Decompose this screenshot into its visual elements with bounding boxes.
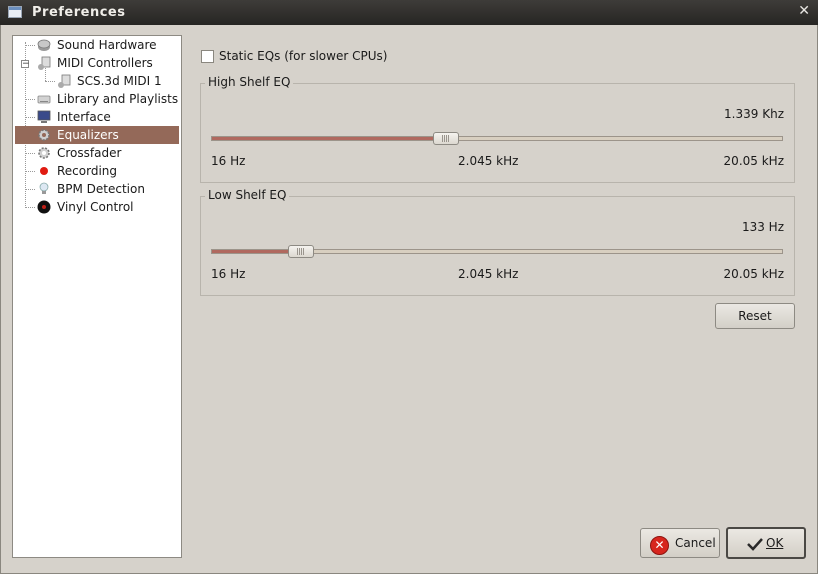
- high-shelf-mid-label: 2.045 kHz: [458, 154, 519, 168]
- gear-icon: [37, 146, 51, 160]
- high-shelf-slider-handle[interactable]: [432, 132, 459, 145]
- low-shelf-min-label: 16 Hz: [211, 267, 246, 281]
- collapse-expander-icon[interactable]: −: [21, 60, 30, 69]
- record-icon: [37, 164, 51, 178]
- sidebar-item-label: Equalizers: [57, 128, 119, 142]
- sidebar-item-midi-controllers[interactable]: MIDI Controllers: [37, 54, 179, 72]
- midi-device-icon: [57, 74, 71, 88]
- high-shelf-eq-group: High Shelf EQ 1.339 Khz 16 Hz 2.045 kHz …: [200, 75, 795, 183]
- monitor-icon: [37, 110, 51, 124]
- high-shelf-slider-fill: [212, 137, 446, 140]
- low-shelf-slider-handle[interactable]: [288, 245, 315, 258]
- sidebar-item-vinyl-control[interactable]: Vinyl Control: [37, 198, 179, 216]
- cancel-button[interactable]: ✕ Cancel: [640, 528, 720, 558]
- low-shelf-max-label: 20.05 kHz: [723, 267, 784, 281]
- sidebar-item-label: Sound Hardware: [57, 38, 157, 52]
- midi-controllers-icon: [37, 56, 51, 70]
- sidebar-item-sound-hardware[interactable]: Sound Hardware: [37, 36, 179, 54]
- ok-button-label: OK: [766, 536, 784, 550]
- speaker-icon: [37, 38, 51, 52]
- reset-button[interactable]: Reset: [715, 303, 795, 329]
- high-shelf-slider[interactable]: [211, 132, 783, 145]
- window-icon: [8, 6, 22, 18]
- sidebar-item-equalizers[interactable]: Equalizers: [15, 126, 179, 144]
- title-bar: Preferences ✕: [0, 0, 818, 25]
- sidebar-item-label: Interface: [57, 110, 111, 124]
- ok-button[interactable]: OK: [726, 527, 806, 559]
- sidebar-item-recording[interactable]: Recording: [37, 162, 179, 180]
- sidebar-item-label: Vinyl Control: [57, 200, 134, 214]
- reset-button-label: Reset: [738, 309, 772, 323]
- low-shelf-value: 133 Hz: [741, 220, 784, 234]
- ok-checkmark-icon: [746, 537, 764, 551]
- sidebar-item-label: Recording: [57, 164, 118, 178]
- static-eq-label: Static EQs (for slower CPUs): [219, 49, 388, 63]
- vinyl-icon: [37, 200, 51, 214]
- low-shelf-eq-group: Low Shelf EQ 133 Hz 16 Hz 2.045 kHz 20.0…: [200, 188, 795, 296]
- window-title: Preferences: [32, 5, 126, 20]
- sidebar-item-label: BPM Detection: [57, 182, 145, 196]
- low-shelf-slider[interactable]: [211, 245, 783, 258]
- high-shelf-value: 1.339 Khz: [724, 107, 784, 121]
- preferences-tree[interactable]: − Sound Hardware MIDI Controllers SCS.3d…: [12, 35, 182, 558]
- sidebar-item-crossfader[interactable]: Crossfader: [37, 144, 179, 162]
- sidebar-item-bpm-detection[interactable]: BPM Detection: [37, 180, 179, 198]
- drive-icon: [37, 92, 51, 106]
- high-shelf-eq-title: High Shelf EQ: [205, 75, 294, 89]
- sidebar-item-label: Library and Playlists: [57, 92, 179, 106]
- sidebar-item-label: MIDI Controllers: [57, 56, 153, 70]
- low-shelf-mid-label: 2.045 kHz: [458, 267, 519, 281]
- cancel-icon: ✕: [650, 536, 669, 555]
- sidebar-item-interface[interactable]: Interface: [37, 108, 179, 126]
- cancel-button-label: Cancel: [675, 536, 716, 550]
- sidebar-item-library[interactable]: Library and Playlists: [37, 90, 179, 108]
- high-shelf-max-label: 20.05 kHz: [723, 154, 784, 168]
- sidebar-item-scs3d-midi[interactable]: SCS.3d MIDI 1: [57, 72, 179, 90]
- gear-icon: [37, 128, 51, 142]
- high-shelf-min-label: 16 Hz: [211, 154, 246, 168]
- sidebar-item-label: SCS.3d MIDI 1: [77, 74, 162, 88]
- sidebar-item-label: Crossfader: [57, 146, 122, 160]
- static-eq-checkbox[interactable]: [201, 50, 214, 63]
- low-shelf-eq-title: Low Shelf EQ: [205, 188, 290, 202]
- lightbulb-icon: [37, 182, 51, 196]
- close-icon[interactable]: ✕: [798, 3, 810, 19]
